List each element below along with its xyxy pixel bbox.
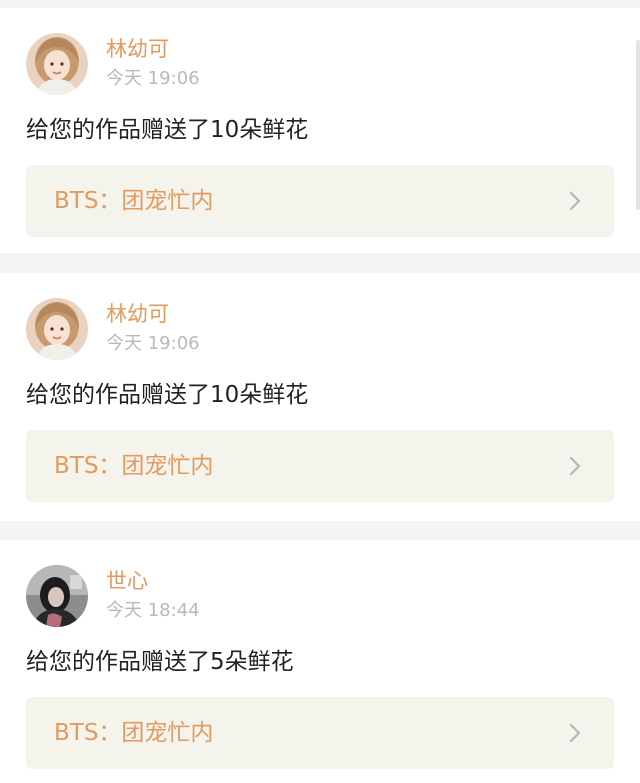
chevron-right-icon bbox=[569, 456, 581, 476]
chevron-right-icon bbox=[569, 191, 581, 211]
notification-card: 世心 今天 18:44 给您的作品赠送了5朵鲜花 BTS：团宠忙内 bbox=[0, 540, 640, 783]
user-name[interactable]: 世心 bbox=[106, 568, 148, 594]
user-name[interactable]: 林幼可 bbox=[106, 36, 169, 62]
timestamp: 今天 19:06 bbox=[106, 333, 200, 354]
user-avatar-icon[interactable] bbox=[26, 298, 88, 360]
notification-card: 林幼可 今天 19:06 给您的作品赠送了10朵鲜花 BTS：团宠忙内 bbox=[0, 8, 640, 253]
user-avatar-icon[interactable] bbox=[26, 33, 88, 95]
user-avatar-icon[interactable] bbox=[26, 565, 88, 627]
timestamp: 今天 19:06 bbox=[106, 68, 200, 89]
work-link[interactable]: BTS：团宠忙内 bbox=[26, 430, 614, 502]
work-link[interactable]: BTS：团宠忙内 bbox=[26, 697, 614, 769]
scrollbar[interactable] bbox=[636, 40, 640, 210]
work-title: BTS：团宠忙内 bbox=[54, 453, 214, 479]
notification-message: 给您的作品赠送了5朵鲜花 bbox=[26, 649, 294, 675]
notification-feed: 林幼可 今天 19:06 给您的作品赠送了10朵鲜花 BTS：团宠忙内 林幼可 bbox=[0, 0, 640, 783]
work-link[interactable]: BTS：团宠忙内 bbox=[26, 165, 614, 237]
notification-card: 林幼可 今天 19:06 给您的作品赠送了10朵鲜花 BTS：团宠忙内 bbox=[0, 273, 640, 521]
work-title: BTS：团宠忙内 bbox=[54, 188, 214, 214]
work-title: BTS：团宠忙内 bbox=[54, 720, 214, 746]
notification-message: 给您的作品赠送了10朵鲜花 bbox=[26, 117, 309, 143]
chevron-right-icon bbox=[569, 723, 581, 743]
user-name[interactable]: 林幼可 bbox=[106, 301, 169, 327]
notification-message: 给您的作品赠送了10朵鲜花 bbox=[26, 382, 309, 408]
timestamp: 今天 18:44 bbox=[106, 600, 200, 621]
